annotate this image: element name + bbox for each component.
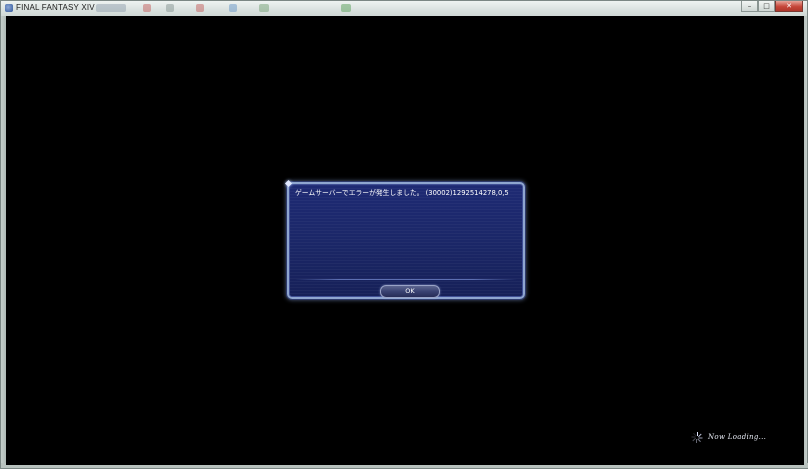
dialog-divider xyxy=(295,279,517,280)
window-frame: FINAL FANTASY XIV – □ ✕ ゲームサーバーでエラーが発生しま… xyxy=(0,0,808,469)
loading-indicator: Now Loading... xyxy=(691,431,767,443)
background-blur xyxy=(341,4,351,12)
background-blur xyxy=(143,4,151,12)
window-title: FINAL FANTASY XIV xyxy=(16,3,95,12)
loading-spinner-icon xyxy=(691,431,703,443)
ok-button[interactable]: OK xyxy=(380,285,440,298)
window-controls: – □ ✕ xyxy=(741,1,803,12)
background-blur xyxy=(196,4,204,12)
error-message: ゲームサーバーでエラーが発生しました。 (30002)1292514278,0,… xyxy=(295,189,509,197)
background-blur xyxy=(259,4,269,12)
title-bar[interactable]: FINAL FANTASY XIV – □ ✕ xyxy=(1,1,807,16)
app-icon xyxy=(5,4,13,12)
minimize-button[interactable]: – xyxy=(741,1,758,12)
background-blur xyxy=(166,4,174,12)
background-blur xyxy=(229,4,237,12)
background-blur xyxy=(96,4,126,12)
close-button[interactable]: ✕ xyxy=(775,1,803,12)
game-viewport: ゲームサーバーでエラーが発生しました。 (30002)1292514278,0,… xyxy=(6,16,804,465)
error-dialog: ゲームサーバーでエラーが発生しました。 (30002)1292514278,0,… xyxy=(284,179,525,299)
maximize-button[interactable]: □ xyxy=(758,1,775,12)
dialog-corner-ornament-icon xyxy=(284,179,293,188)
loading-text: Now Loading... xyxy=(708,433,767,441)
